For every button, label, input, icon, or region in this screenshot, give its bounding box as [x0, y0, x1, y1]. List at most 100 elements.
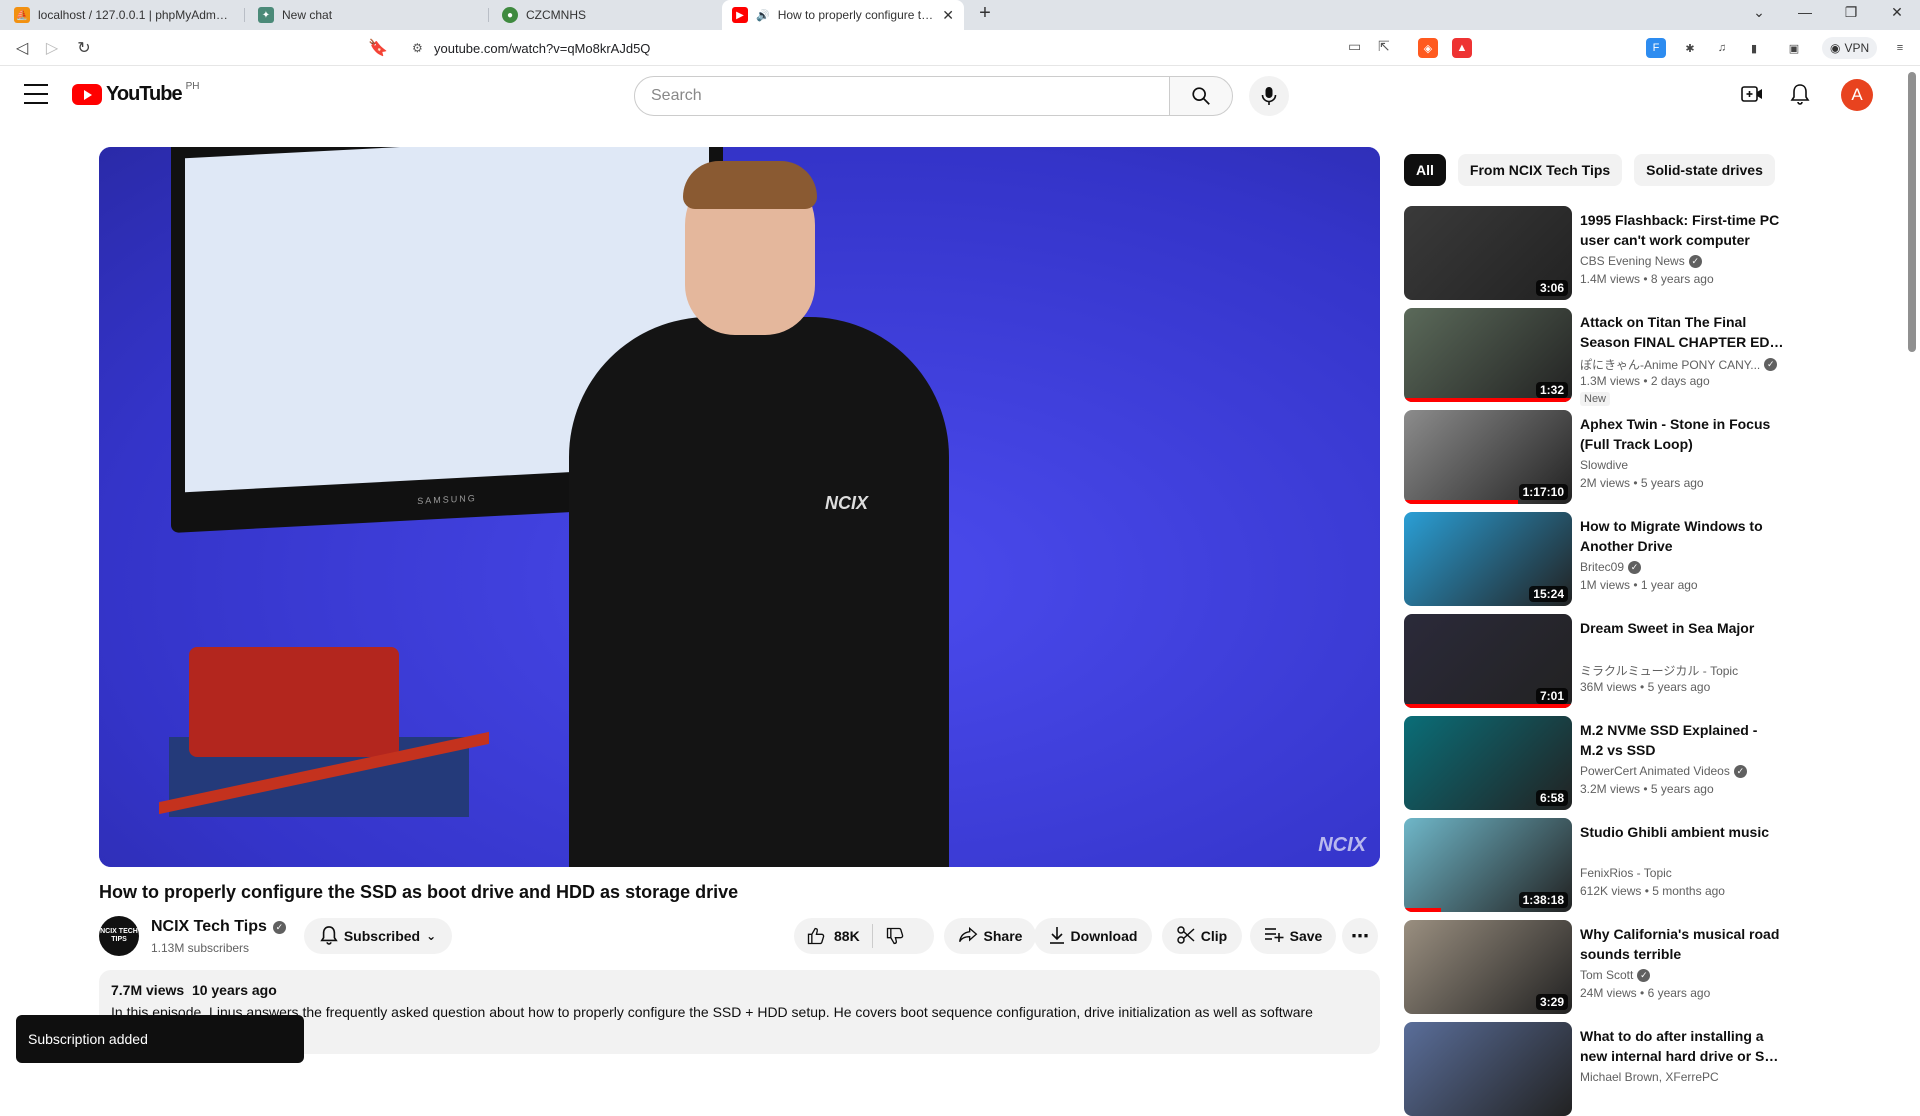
video-thumbnail[interactable]: 3:29	[1404, 920, 1572, 1014]
wallet-icon[interactable]: ▣	[1784, 38, 1804, 58]
media-icon[interactable]: ♫	[1712, 38, 1732, 58]
duration-badge: 3:29	[1535, 994, 1568, 1010]
channel-name[interactable]: NCIX Tech Tips ✓	[151, 918, 286, 936]
recommendation-channel[interactable]: Tom Scott ✓	[1580, 968, 1651, 982]
clip-button[interactable]: Clip	[1162, 918, 1242, 954]
save-button[interactable]: Save	[1250, 918, 1336, 954]
browser-tab-phpmyadmin[interactable]: ⛵ localhost / 127.0.0.1 | phpMyAdmin 5	[4, 0, 240, 30]
phpmyadmin-icon: ⛵	[14, 7, 30, 23]
video-thumbnail[interactable]: 7:01	[1404, 614, 1572, 708]
site-info-icon[interactable]: ⚙	[412, 41, 423, 55]
channel-watermark[interactable]: NCIX	[1318, 834, 1366, 857]
recommendation-card[interactable]: 1:32 Attack on Titan The Final Season FIN…	[1404, 308, 1784, 406]
extensions-icon[interactable]: ✱	[1680, 38, 1700, 58]
like-button[interactable]: 88K	[806, 926, 872, 946]
recommendation-title[interactable]: Attack on Titan The Final Season FINAL C…	[1580, 312, 1784, 352]
recommendation-card[interactable]: 3:06 1995 Flashback: First-time PC user c…	[1404, 206, 1784, 300]
close-window-button[interactable]: ✕	[1882, 4, 1912, 21]
recommendation-title[interactable]: Dream Sweet in Sea Major	[1580, 618, 1784, 638]
verified-icon: ✓	[1628, 560, 1642, 574]
browser-menu-icon[interactable]: ≡	[1890, 38, 1910, 58]
channel-avatar[interactable]: NCIX TECH TIPS	[99, 916, 139, 956]
back-icon[interactable]: ◁	[10, 36, 34, 60]
share-button[interactable]: Share	[944, 918, 1036, 954]
recommendation-card[interactable]: What to do after installing a new intern…	[1404, 1022, 1784, 1116]
recommendation-channel[interactable]: Michael Brown, XFerrePC	[1580, 1070, 1719, 1084]
browser-tab-czcmnhs[interactable]: ● CZCMNHS	[492, 0, 718, 30]
dislike-button[interactable]	[873, 926, 905, 946]
browser-tab-new-chat[interactable]: ✦ New chat	[248, 0, 484, 30]
recommendation-channel[interactable]: FenixRios - Topic	[1580, 866, 1672, 880]
video-thumbnail[interactable]: 3:06	[1404, 206, 1572, 300]
video-thumbnail[interactable]	[1404, 1022, 1572, 1116]
recommendation-channel[interactable]: CBS Evening News ✓	[1580, 254, 1702, 268]
recommendation-title[interactable]: M.2 NVMe SSD Explained - M.2 vs SSD	[1580, 720, 1784, 760]
recommendation-channel[interactable]: ミラクルミュージカル - Topic	[1580, 662, 1738, 679]
voice-search-button[interactable]	[1249, 76, 1289, 116]
download-button[interactable]: Download	[1034, 918, 1152, 954]
guide-menu-icon[interactable]	[24, 84, 48, 104]
notifications-bell-icon[interactable]	[1788, 82, 1812, 106]
forward-icon[interactable]: ▷	[40, 36, 64, 60]
recommendation-title[interactable]: What to do after installing a new intern…	[1580, 1026, 1784, 1066]
recommendation-card[interactable]: 3:29 Why California's musical road sounds…	[1404, 920, 1784, 1014]
recommendation-card[interactable]: 1:17:10 Aphex Twin - Stone in Focus (Full…	[1404, 410, 1784, 504]
recommendation-stats: 612K views • 5 months ago	[1580, 884, 1725, 898]
video-thumbnail[interactable]: 1:38:18	[1404, 818, 1572, 912]
video-thumbnail[interactable]: 1:32	[1404, 308, 1572, 402]
chip-solid-state-drives[interactable]: Solid-state drives	[1634, 154, 1775, 186]
video-thumbnail[interactable]: 15:24	[1404, 512, 1572, 606]
reload-icon[interactable]: ↻	[72, 36, 96, 60]
brave-rewards-icon[interactable]: ▲	[1452, 38, 1472, 58]
video-player[interactable]: SAMSUNG NCIX NCIX	[99, 147, 1380, 867]
recommendation-title[interactable]: Aphex Twin - Stone in Focus (Full Track …	[1580, 414, 1784, 454]
sidebar-icon[interactable]: ▮	[1744, 38, 1764, 58]
recommendation-card[interactable]: 1:38:18 Studio Ghibli ambient music FenixR…	[1404, 818, 1784, 912]
recommendation-channel[interactable]: PowerCert Animated Videos ✓	[1580, 764, 1747, 778]
chip-all[interactable]: All	[1404, 154, 1446, 186]
bookmark-icon[interactable]: 🔖	[366, 36, 390, 60]
video-thumbnail[interactable]: 1:17:10	[1404, 410, 1572, 504]
browser-tab-youtube[interactable]: ▶ 🔊 How to properly configure the ✕	[722, 0, 964, 30]
chip-from-channel[interactable]: From NCIX Tech Tips	[1457, 154, 1623, 186]
youtube-logo[interactable]: YouTube PH	[72, 81, 199, 106]
recommendation-card[interactable]: 6:58 M.2 NVMe SSD Explained - M.2 vs SSD P…	[1404, 716, 1784, 810]
new-tab-button[interactable]: +	[972, 2, 998, 25]
tab-search-icon[interactable]: ⌄	[1744, 4, 1774, 21]
recommendation-card[interactable]: 15:24 How to Migrate Windows to Another D…	[1404, 512, 1784, 606]
brave-shield-icon[interactable]: ◈	[1418, 38, 1438, 58]
duration-badge: 7:01	[1535, 688, 1568, 704]
vpn-button[interactable]: ◉ VPN	[1822, 37, 1878, 59]
recommendation-title[interactable]: Studio Ghibli ambient music	[1580, 822, 1784, 842]
close-tab-icon[interactable]: ✕	[942, 7, 954, 24]
restore-button[interactable]: ❐	[1836, 4, 1866, 21]
account-avatar[interactable]: A	[1841, 79, 1873, 111]
duration-badge: 1:38:18	[1518, 892, 1568, 908]
recommendation-title[interactable]: Why California's musical road sounds ter…	[1580, 924, 1784, 964]
subscribed-button[interactable]: Subscribed ⌄	[304, 918, 452, 954]
verified-icon: ✓	[1733, 764, 1747, 778]
recommendation-channel[interactable]: Britec09 ✓	[1580, 560, 1642, 574]
search-input[interactable]: Search	[634, 76, 1170, 116]
recommendation-card[interactable]: 7:01 Dream Sweet in Sea Major ミラクルミュージカル -…	[1404, 614, 1784, 708]
minimize-button[interactable]: —	[1790, 4, 1820, 20]
address-bar[interactable]: ⚙ youtube.com/watch?v=qMo8krAJd5Q	[398, 35, 1410, 61]
create-video-icon[interactable]	[1740, 82, 1764, 106]
recommendation-stats: 2M views • 5 years ago	[1580, 476, 1704, 490]
recommendation-channel[interactable]: ぽにきゃん-Anime PONY CANY... ✓	[1580, 356, 1778, 373]
scrollbar-thumb[interactable]	[1908, 72, 1916, 352]
cast-icon[interactable]: ▭	[1348, 38, 1361, 55]
search-button[interactable]	[1169, 76, 1233, 116]
recommendation-title[interactable]: 1995 Flashback: First-time PC user can't…	[1580, 210, 1784, 250]
extension-f-icon[interactable]: F	[1646, 38, 1666, 58]
recommendation-title[interactable]: How to Migrate Windows to Another Drive	[1580, 516, 1784, 556]
recommendation-stats: 1.4M views • 8 years ago	[1580, 272, 1714, 286]
recommendation-stats: 1M views • 1 year ago	[1580, 578, 1698, 592]
recommendation-channel[interactable]: Slowdive	[1580, 458, 1628, 472]
audio-playing-icon[interactable]: 🔊	[756, 9, 770, 22]
share-page-icon[interactable]: ⇱	[1378, 38, 1390, 55]
more-actions-icon[interactable]: ⋯	[1342, 918, 1378, 954]
presenter-image	[569, 317, 949, 867]
share-icon	[958, 926, 978, 947]
video-thumbnail[interactable]: 6:58	[1404, 716, 1572, 810]
